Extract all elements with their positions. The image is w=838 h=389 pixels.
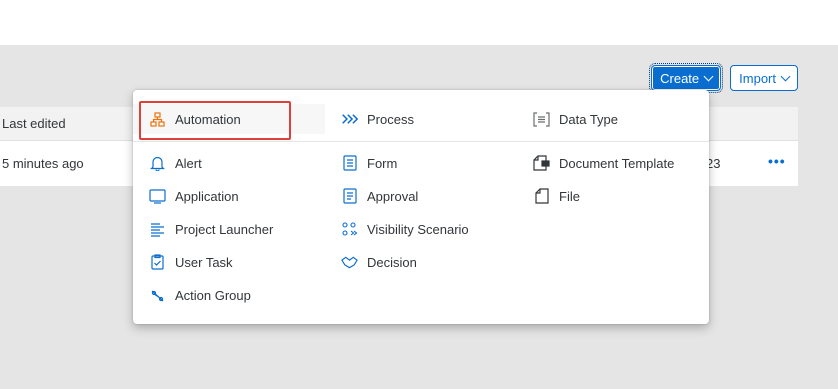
import-button[interactable]: Import (730, 65, 798, 91)
bell-icon (149, 155, 166, 172)
menu-item-process[interactable]: Process (325, 104, 414, 134)
visibility-scenario-icon (341, 221, 358, 238)
toolbar: Create Import (649, 63, 798, 93)
automation-icon (149, 111, 166, 128)
file-icon (533, 188, 550, 205)
form-icon (341, 155, 358, 172)
menu-item-label: Document Template (559, 155, 675, 171)
cell-last-edited: 5 minutes ago (2, 156, 84, 171)
menu-item-approval[interactable]: Approval (325, 181, 418, 211)
menu-item-label: Automation (175, 111, 241, 127)
menu-item-label: Form (367, 155, 398, 171)
menu-item-file[interactable]: File (517, 181, 580, 211)
chevron-down-icon (780, 71, 791, 81)
menu-item-label: User Task (175, 254, 233, 270)
menu-item-label: File (559, 188, 580, 204)
menu-item-label: Process (367, 111, 414, 127)
menu-item-label: Approval (367, 188, 419, 204)
page-header-area (0, 0, 838, 45)
menu-item-application[interactable]: Application (133, 181, 239, 211)
menu-item-label: Alert (175, 155, 202, 171)
menu-item-label: Application (175, 188, 239, 204)
menu-item-label: Decision (367, 254, 417, 270)
create-button-label: Create (660, 70, 700, 86)
menu-item-label: Visibility Scenario (367, 221, 469, 237)
action-group-icon (149, 287, 166, 304)
create-menu: Automation Process Data Type Alert Appli… (133, 90, 709, 324)
process-icon (341, 111, 358, 128)
chevron-down-icon (703, 71, 714, 81)
menu-item-data-type[interactable]: Data Type (517, 104, 618, 134)
menu-item-decision[interactable]: Decision (325, 247, 417, 277)
column-header-last-edited[interactable]: Last edited (0, 116, 130, 131)
menu-item-document-template[interactable]: Document Template (517, 148, 674, 178)
menu-item-action-group[interactable]: Action Group (133, 280, 251, 310)
data-type-icon (533, 111, 550, 128)
menu-item-alert[interactable]: Alert (133, 148, 202, 178)
menu-item-visibility-scenario[interactable]: Visibility Scenario (325, 214, 469, 244)
menu-item-label: Action Group (175, 287, 251, 303)
menu-item-project-launcher[interactable]: Project Launcher (133, 214, 273, 244)
approval-icon (341, 188, 358, 205)
import-button-label: Import (739, 70, 776, 86)
create-button[interactable]: Create (649, 63, 724, 93)
menu-divider (133, 141, 709, 142)
decision-icon (341, 254, 358, 271)
menu-item-form[interactable]: Form (325, 148, 397, 178)
menu-item-user-task[interactable]: User Task (133, 247, 233, 277)
more-actions-icon[interactable]: ••• (768, 153, 786, 169)
project-launcher-icon (149, 221, 166, 238)
document-template-icon (533, 155, 550, 172)
menu-item-label: Data Type (559, 111, 619, 127)
menu-item-label: Project Launcher (175, 221, 274, 237)
user-task-icon (149, 254, 166, 271)
menu-item-automation[interactable]: Automation (133, 104, 325, 134)
application-icon (149, 188, 166, 205)
